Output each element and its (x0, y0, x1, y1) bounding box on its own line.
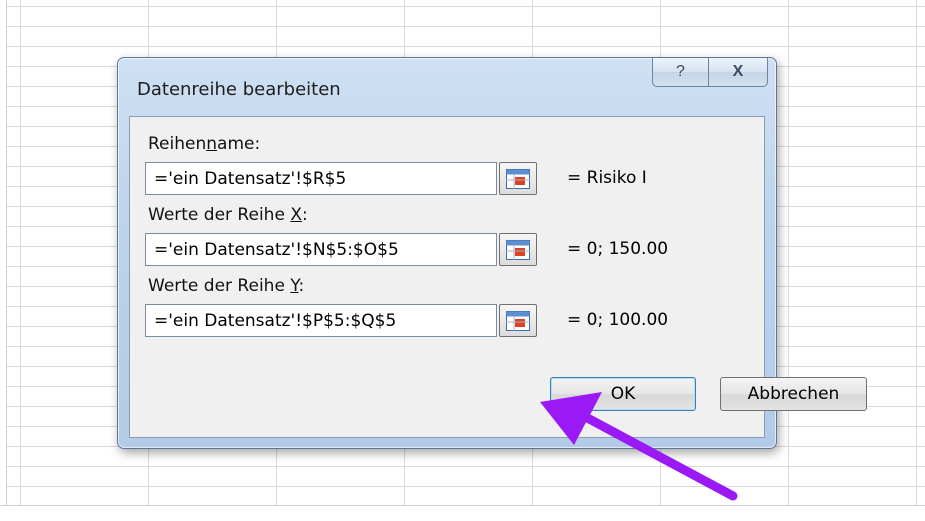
annotation-arrow (540, 392, 738, 501)
